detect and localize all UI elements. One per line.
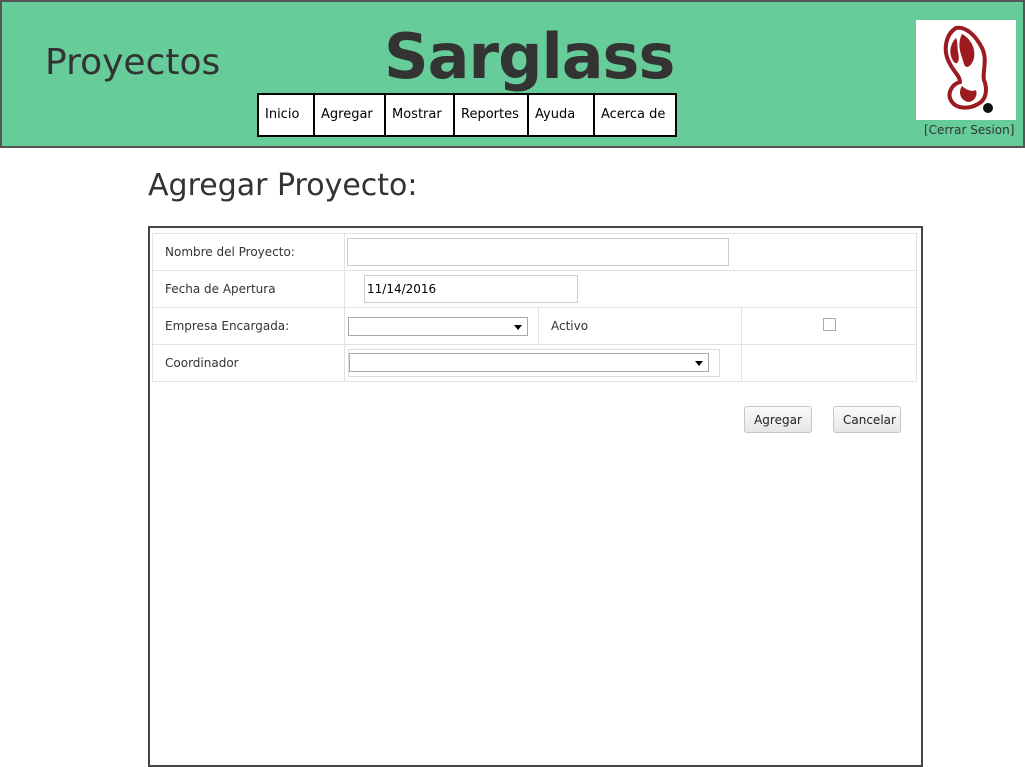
activo-label: Activo (538, 307, 742, 345)
fecha-label: Fecha de Apertura (152, 270, 345, 308)
empresa-label: Empresa Encargada: (152, 307, 345, 345)
nav-item-acerca-de[interactable]: Acerca de (595, 95, 675, 135)
nav-item-mostrar[interactable]: Mostrar (386, 95, 455, 135)
nav-item-agregar[interactable]: Agregar (315, 95, 386, 135)
empresa-select[interactable] (348, 316, 528, 336)
project-form: Nombre del Proyecto: Fecha de Apertura E… (152, 233, 917, 382)
main-nav: Inicio Agregar Mostrar Reportes Ayuda Ac… (257, 93, 677, 137)
activo-cell (741, 307, 917, 345)
logout-link[interactable]: [Cerrar Sesion] (924, 123, 1014, 137)
section-title: Proyectos (45, 42, 221, 83)
form-row-coordinador: Coordinador (152, 344, 917, 382)
nombre-label: Nombre del Proyecto: (152, 233, 345, 271)
form-row-fecha: Fecha de Apertura (152, 270, 917, 308)
nombre-input[interactable] (347, 238, 729, 266)
header-bar: Proyectos Sarglass Inicio Agregar Mostra… (0, 0, 1025, 148)
agregar-button[interactable]: Agregar (744, 406, 812, 433)
dropdown-arrow-icon (514, 324, 522, 330)
nav-item-inicio[interactable]: Inicio (259, 95, 315, 135)
activo-checkbox[interactable] (822, 318, 836, 331)
nav-item-reportes[interactable]: Reportes (455, 95, 529, 135)
coordinador-label: Coordinador (152, 344, 345, 382)
form-row-empresa: Empresa Encargada: Activo (152, 307, 917, 345)
empresa-cell (344, 307, 539, 345)
nav-item-ayuda[interactable]: Ayuda (529, 95, 595, 135)
fecha-input[interactable] (364, 275, 578, 303)
coordinador-select[interactable] (349, 353, 709, 372)
coordinador-wrapper (348, 349, 720, 377)
form-row-nombre: Nombre del Proyecto: (152, 233, 917, 271)
coordinador-empty-cell (741, 344, 917, 382)
butterfly-logo-icon (943, 25, 993, 113)
brand-title: Sarglass (384, 20, 675, 93)
coordinador-cell (344, 344, 742, 382)
form-panel: Nombre del Proyecto: Fecha de Apertura E… (148, 226, 923, 767)
dropdown-arrow-icon (695, 361, 703, 366)
page-title: Agregar Proyecto: (148, 168, 418, 203)
nombre-cell (344, 233, 917, 271)
logo (916, 20, 1016, 120)
fecha-cell (344, 270, 917, 308)
cancelar-button[interactable]: Cancelar (833, 406, 901, 433)
